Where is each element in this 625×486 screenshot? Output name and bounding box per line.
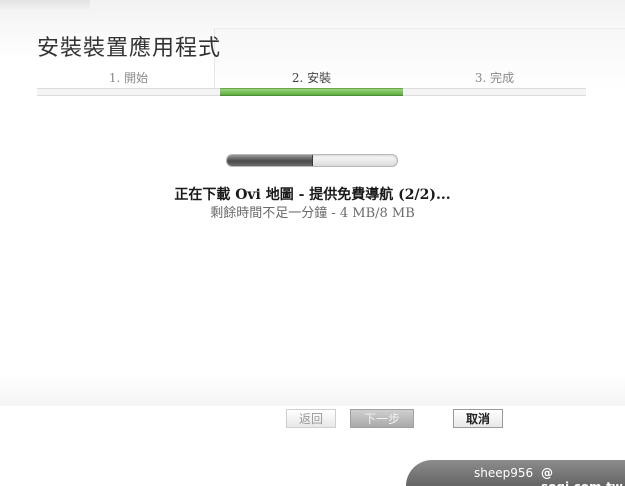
step-start: 1. 開始 bbox=[37, 68, 220, 98]
footer-divider bbox=[0, 376, 625, 406]
watermark-site: @ sogi.com.tw bbox=[541, 466, 623, 486]
step-label: 3. 完成 bbox=[474, 71, 515, 85]
page-title: 安裝裝置應用程式 bbox=[37, 36, 222, 61]
progress-fill bbox=[227, 155, 313, 166]
download-progress-bar bbox=[226, 154, 398, 167]
step-label: 1. 開始 bbox=[108, 71, 149, 85]
cancel-button[interactable]: 取消 bbox=[453, 409, 503, 428]
step-bar-active bbox=[220, 88, 403, 96]
background-artifact bbox=[0, 0, 90, 10]
back-button[interactable]: 返回 bbox=[286, 409, 336, 428]
watermark-user: sheep956 bbox=[474, 466, 534, 480]
download-status: 正在下載 Ovi 地圖 - 提供免費導航 (2/2)... bbox=[174, 187, 451, 203]
step-indicator: 1. 開始 2. 安裝 3. 完成 bbox=[37, 68, 586, 98]
step-bar bbox=[37, 88, 220, 96]
step-label: 2. 安裝 bbox=[291, 71, 332, 85]
step-install: 2. 安裝 bbox=[220, 68, 403, 98]
step-bar bbox=[403, 88, 586, 96]
time-remaining: 剩餘時間不足一分鐘 - 4 MB/8 MB bbox=[210, 206, 415, 221]
installer-window: 安裝裝置應用程式 1. 開始 2. 安裝 3. 完成 正在下載 Ovi 地圖 -… bbox=[0, 0, 625, 486]
next-button[interactable]: 下一步 bbox=[350, 409, 414, 428]
step-finish: 3. 完成 bbox=[403, 68, 586, 98]
